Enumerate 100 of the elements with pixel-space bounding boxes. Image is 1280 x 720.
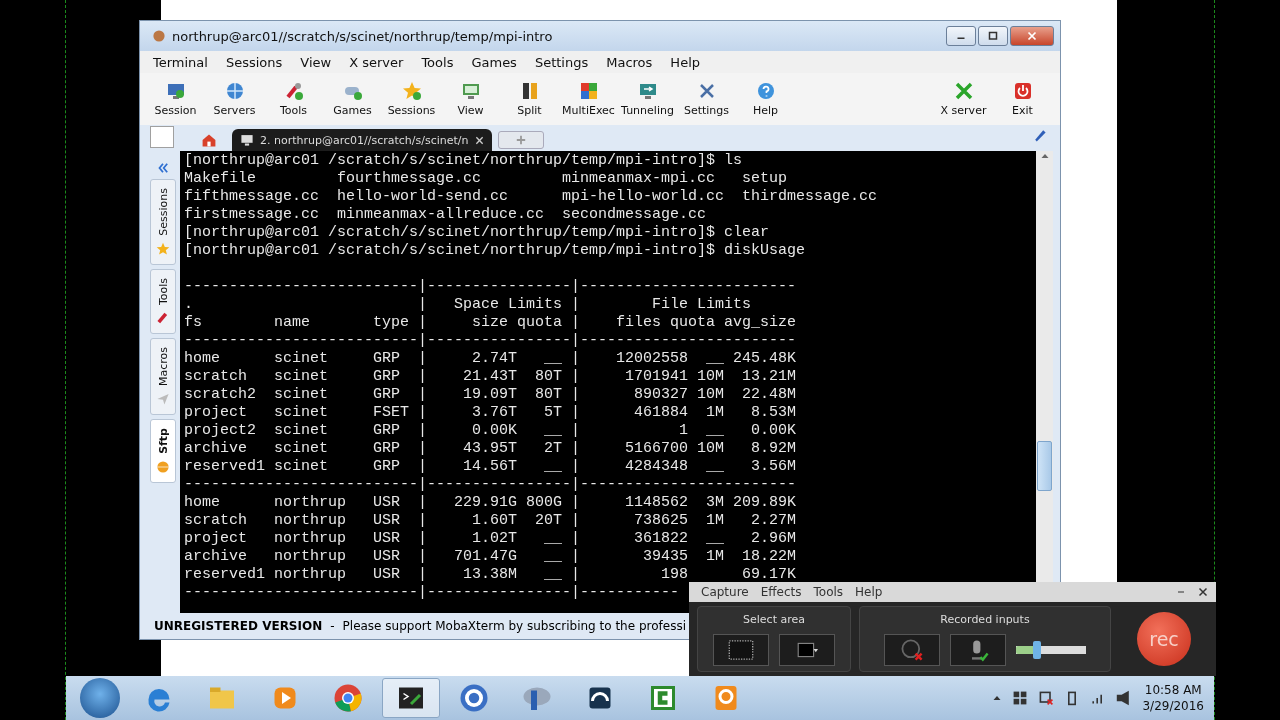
status-message: Please support MobaXterm by subscribing to the professi xyxy=(342,619,686,633)
start-button[interactable] xyxy=(80,678,120,718)
menu-item[interactable]: X server xyxy=(340,54,413,70)
toolbar-button[interactable]: MultiExec xyxy=(559,75,618,123)
side-tab[interactable]: Sftp xyxy=(150,418,176,483)
pen-icon xyxy=(1032,127,1048,143)
toolbar-button[interactable]: Settings xyxy=(677,75,736,123)
slider-thumb[interactable] xyxy=(1033,641,1041,659)
toolbar-button[interactable]: Split xyxy=(500,75,559,123)
menu-item[interactable]: View xyxy=(291,54,341,70)
new-tab-button[interactable] xyxy=(498,131,544,149)
menu-item[interactable]: Capture xyxy=(695,585,755,599)
menu-item[interactable]: Sessions xyxy=(216,54,292,70)
webcam-off-icon xyxy=(900,638,924,662)
power-icon xyxy=(1012,81,1033,101)
help-icon xyxy=(755,81,776,101)
clock-time: 10:58 AM xyxy=(1144,682,1202,698)
network-icon xyxy=(1038,690,1055,706)
menu-item[interactable]: Settings xyxy=(525,54,598,70)
terminal-line: archive scinet GRP | 43.95T 2T | 5166700 10M 8.92M xyxy=(184,440,797,458)
menu-item[interactable]: Help xyxy=(849,585,889,599)
terminal-line: fs name type | size quota | files quota avg_size xyxy=(184,314,797,332)
monitor-icon xyxy=(637,81,658,101)
clock-date: 3/29/2016 xyxy=(1142,698,1204,714)
terminal-line: scratch2 scinet GRP | 19.09T 80T | 890327 10M 22.48M xyxy=(184,386,797,404)
scrollbar-thumb[interactable] xyxy=(1037,441,1052,491)
toolbar-button[interactable]: Tunneling xyxy=(618,75,677,123)
chrome-icon xyxy=(333,683,363,713)
terminal-line: --------------------------|----------------|----------- xyxy=(184,584,680,602)
taskbar-app[interactable] xyxy=(382,678,440,718)
terminal-line: home scinet GRP | 2.74T __ | 12002558 __ 245.48K xyxy=(184,350,797,368)
terminal-line: --------------------------|----------------|------------------------ xyxy=(184,278,797,296)
terminal-line: reserved1 northrup USR | 13.38M __ | 198 69.17K xyxy=(184,566,797,584)
monitor-icon xyxy=(460,81,481,101)
terminal-line: fifthmessage.cc hello-world-send.cc mpi-hello-world.cc thirdmessage.cc xyxy=(184,188,878,206)
terminal-line: project2 scinet GRP | 0.00K __ | 1 __ 0.00K xyxy=(184,422,797,440)
webcam-button[interactable] xyxy=(884,634,940,666)
terminal-line: scratch scinet GRP | 21.43T 80T | 1701941 10M 13.21M xyxy=(184,368,797,386)
minimize-button[interactable] xyxy=(946,26,976,46)
close-icon xyxy=(1198,587,1208,597)
menu-item[interactable]: Effects xyxy=(754,585,808,599)
toolbar-button[interactable]: X server xyxy=(934,75,993,123)
squares-icon xyxy=(578,81,599,101)
menu-item[interactable]: Games xyxy=(462,54,526,70)
session-tab[interactable]: 2. northrup@arc01//scratch/s/scinet/n xyxy=(232,129,492,151)
screen-icon xyxy=(728,637,754,663)
terminal-line: . | Space Limits | File Limits xyxy=(184,296,752,314)
monitor-icon xyxy=(165,81,186,101)
house-icon xyxy=(201,132,217,148)
menu-item[interactable]: Tools xyxy=(807,585,850,599)
terminal-line: [northrup@arc01 /scratch/s/scinet/northrup/temp/mpi-intro]$ diskUsage xyxy=(184,242,806,260)
plus-icon xyxy=(515,134,527,146)
terminal-line: [northrup@arc01 /scratch/s/scinet/northrup/temp/mpi-intro]$ clear xyxy=(184,224,770,242)
microphone-button[interactable] xyxy=(950,634,1006,666)
terminal-line: project scinet FSET | 3.76T 5T | 461884 1M 8.53M xyxy=(184,404,797,422)
menu-item[interactable]: Terminal xyxy=(144,54,217,70)
terminal-line: --------------------------|----------------|------------------------ xyxy=(184,332,797,350)
window-title: northrup@arc01//scratch/s/scinet/northrup/temp/mpi-intro xyxy=(172,28,554,44)
side-tab[interactable]: Sessions xyxy=(150,179,176,265)
toolbar-button[interactable]: Session xyxy=(146,75,205,123)
double-chevron-icon xyxy=(156,161,170,175)
menu-item[interactable]: Tools xyxy=(412,54,463,70)
terminal[interactable] xyxy=(180,151,1036,613)
toolbar-button[interactable]: Servers xyxy=(205,75,264,123)
terminal-line: scratch northrup USR | 1.60T 20T | 738625 1M 2.27M xyxy=(184,512,797,530)
flag-icon xyxy=(1012,690,1029,706)
maximize-icon xyxy=(988,31,998,41)
panel-title: Recorded inputs xyxy=(940,613,1030,626)
terminal-line: --------------------------|----------------|------------------------ xyxy=(184,476,797,494)
toolbar-button[interactable]: Exit xyxy=(993,75,1052,123)
terminal-line: reserved1 scinet GRP | 14.56T __ | 4284348 __ 3.56M xyxy=(184,458,797,476)
panel-title: Select area xyxy=(743,613,805,626)
full-screen-button[interactable] xyxy=(713,634,769,666)
side-tab[interactable]: Tools xyxy=(150,268,176,334)
wrench-icon xyxy=(156,310,170,325)
menu-item[interactable]: Macros xyxy=(597,54,662,70)
terminal-line: project northrup USR | 1.02T __ | 361822 __ 2.96M xyxy=(184,530,797,548)
menu-item[interactable]: Help xyxy=(661,54,709,70)
x-icon xyxy=(953,81,974,101)
terminal-line: firstmessage.cc minmeanmax-allreduce.cc secondmessage.cc xyxy=(184,206,707,224)
toolbar-button[interactable]: Tools xyxy=(264,75,323,123)
toolbar-button[interactable]: Sessions xyxy=(382,75,441,123)
close-icon xyxy=(1027,31,1037,41)
terminal-line: [northrup@arc01 /scratch/s/scinet/northrup/temp/mpi-intro]$ ls xyxy=(184,152,743,170)
custom-area-button[interactable] xyxy=(779,634,835,666)
star-icon xyxy=(401,81,422,101)
status-title: UNREGISTERED VERSION xyxy=(154,619,323,633)
toolbar-button[interactable]: View xyxy=(441,75,500,123)
quick-connect-field[interactable] xyxy=(150,126,174,148)
terminal-line: home northrup USR | 229.91G 800G | 1148562 3M 209.89K xyxy=(184,494,797,512)
monitor-icon xyxy=(240,133,254,147)
toolbar-button[interactable]: Games xyxy=(323,75,382,123)
close-icon xyxy=(475,135,484,145)
side-tab[interactable]: Macros xyxy=(150,337,176,415)
camtasia-icon xyxy=(648,683,678,713)
app-icon xyxy=(152,29,166,43)
toolbar-button[interactable]: Help xyxy=(736,75,795,123)
star-icon xyxy=(156,241,170,256)
terminal-line: Makefile fourthmessage.cc minmeanmax-mpi.cc setup xyxy=(184,170,788,188)
maximize-button[interactable] xyxy=(978,26,1008,46)
